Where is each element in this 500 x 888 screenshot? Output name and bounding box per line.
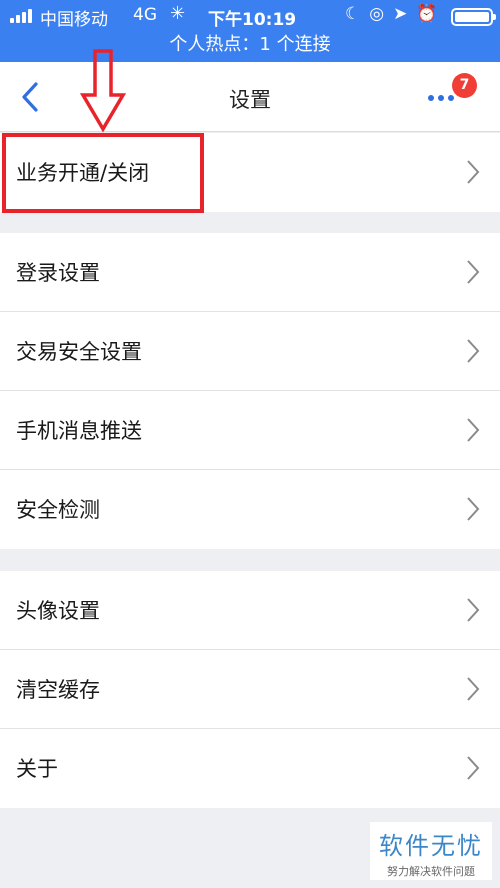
hotspot-bar[interactable]: 个人热点：1 个连接 [0,32,500,62]
settings-row-label: 关于 [16,757,58,781]
status-icons: ☾ ◎ ➤ ⏰ [345,4,438,24]
chevron-right-icon [467,339,480,363]
settings-row-label: 头像设置 [16,599,100,623]
navigation-bar: 设置 [0,62,500,132]
battery-icon [451,8,496,26]
status-time: 下午10:19 [208,10,297,30]
chevron-right-icon [467,756,480,780]
settings-group-general: 头像设置 清空缓存 关于 [0,571,500,808]
chevron-right-icon [467,677,480,701]
settings-row-trade-security[interactable]: 交易安全设置 [0,312,500,391]
settings-row-clear-cache[interactable]: 清空缓存 [0,650,500,729]
chevron-right-icon [467,260,480,284]
settings-row-label: 交易安全设置 [16,340,142,364]
settings-row-login[interactable]: 登录设置 [0,233,500,312]
settings-row-label: 手机消息推送 [16,419,142,443]
watermark-subtitle: 努力解决软件问题 [387,865,475,878]
annotation-arrow-down-icon [80,49,126,133]
settings-row-avatar[interactable]: 头像设置 [0,571,500,650]
watermark-logo: 软件无忧 努力解决软件问题 [370,822,492,880]
chevron-right-icon [467,160,480,184]
settings-row-label: 登录设置 [16,261,100,285]
watermark-title: 软件无忧 [379,832,483,860]
location-icon: ➤ [393,4,408,24]
signal-strength-icon [10,9,32,23]
notification-badge: 7 [452,73,477,98]
status-area: 中国移动 4G ✳ 下午10:19 ☾ ◎ ➤ ⏰ 个人热点：1 个连接 [0,0,500,62]
page-title: 设置 [229,88,271,112]
rotation-lock-icon: ◎ [369,4,385,24]
settings-row-about[interactable]: 关于 [0,729,500,808]
settings-group-security: 登录设置 交易安全设置 手机消息推送 安全检测 [0,233,500,549]
settings-row-security-check[interactable]: 安全检测 [0,470,500,549]
moon-icon: ☾ [345,4,361,24]
alarm-icon: ⏰ [416,4,438,24]
settings-row-label: 清空缓存 [16,678,100,702]
activity-spinner-icon: ✳ [170,3,186,24]
settings-row-push-notifications[interactable]: 手机消息推送 [0,391,500,470]
annotation-highlight-box [2,133,204,213]
network-type: 4G [133,5,157,25]
chevron-right-icon [467,598,480,622]
carrier-name: 中国移动 [40,10,108,30]
status-bar: 中国移动 4G ✳ 下午10:19 ☾ ◎ ➤ ⏰ [0,0,500,32]
settings-row-label: 安全检测 [16,498,100,522]
chevron-right-icon [467,418,480,442]
chevron-right-icon [467,497,480,521]
